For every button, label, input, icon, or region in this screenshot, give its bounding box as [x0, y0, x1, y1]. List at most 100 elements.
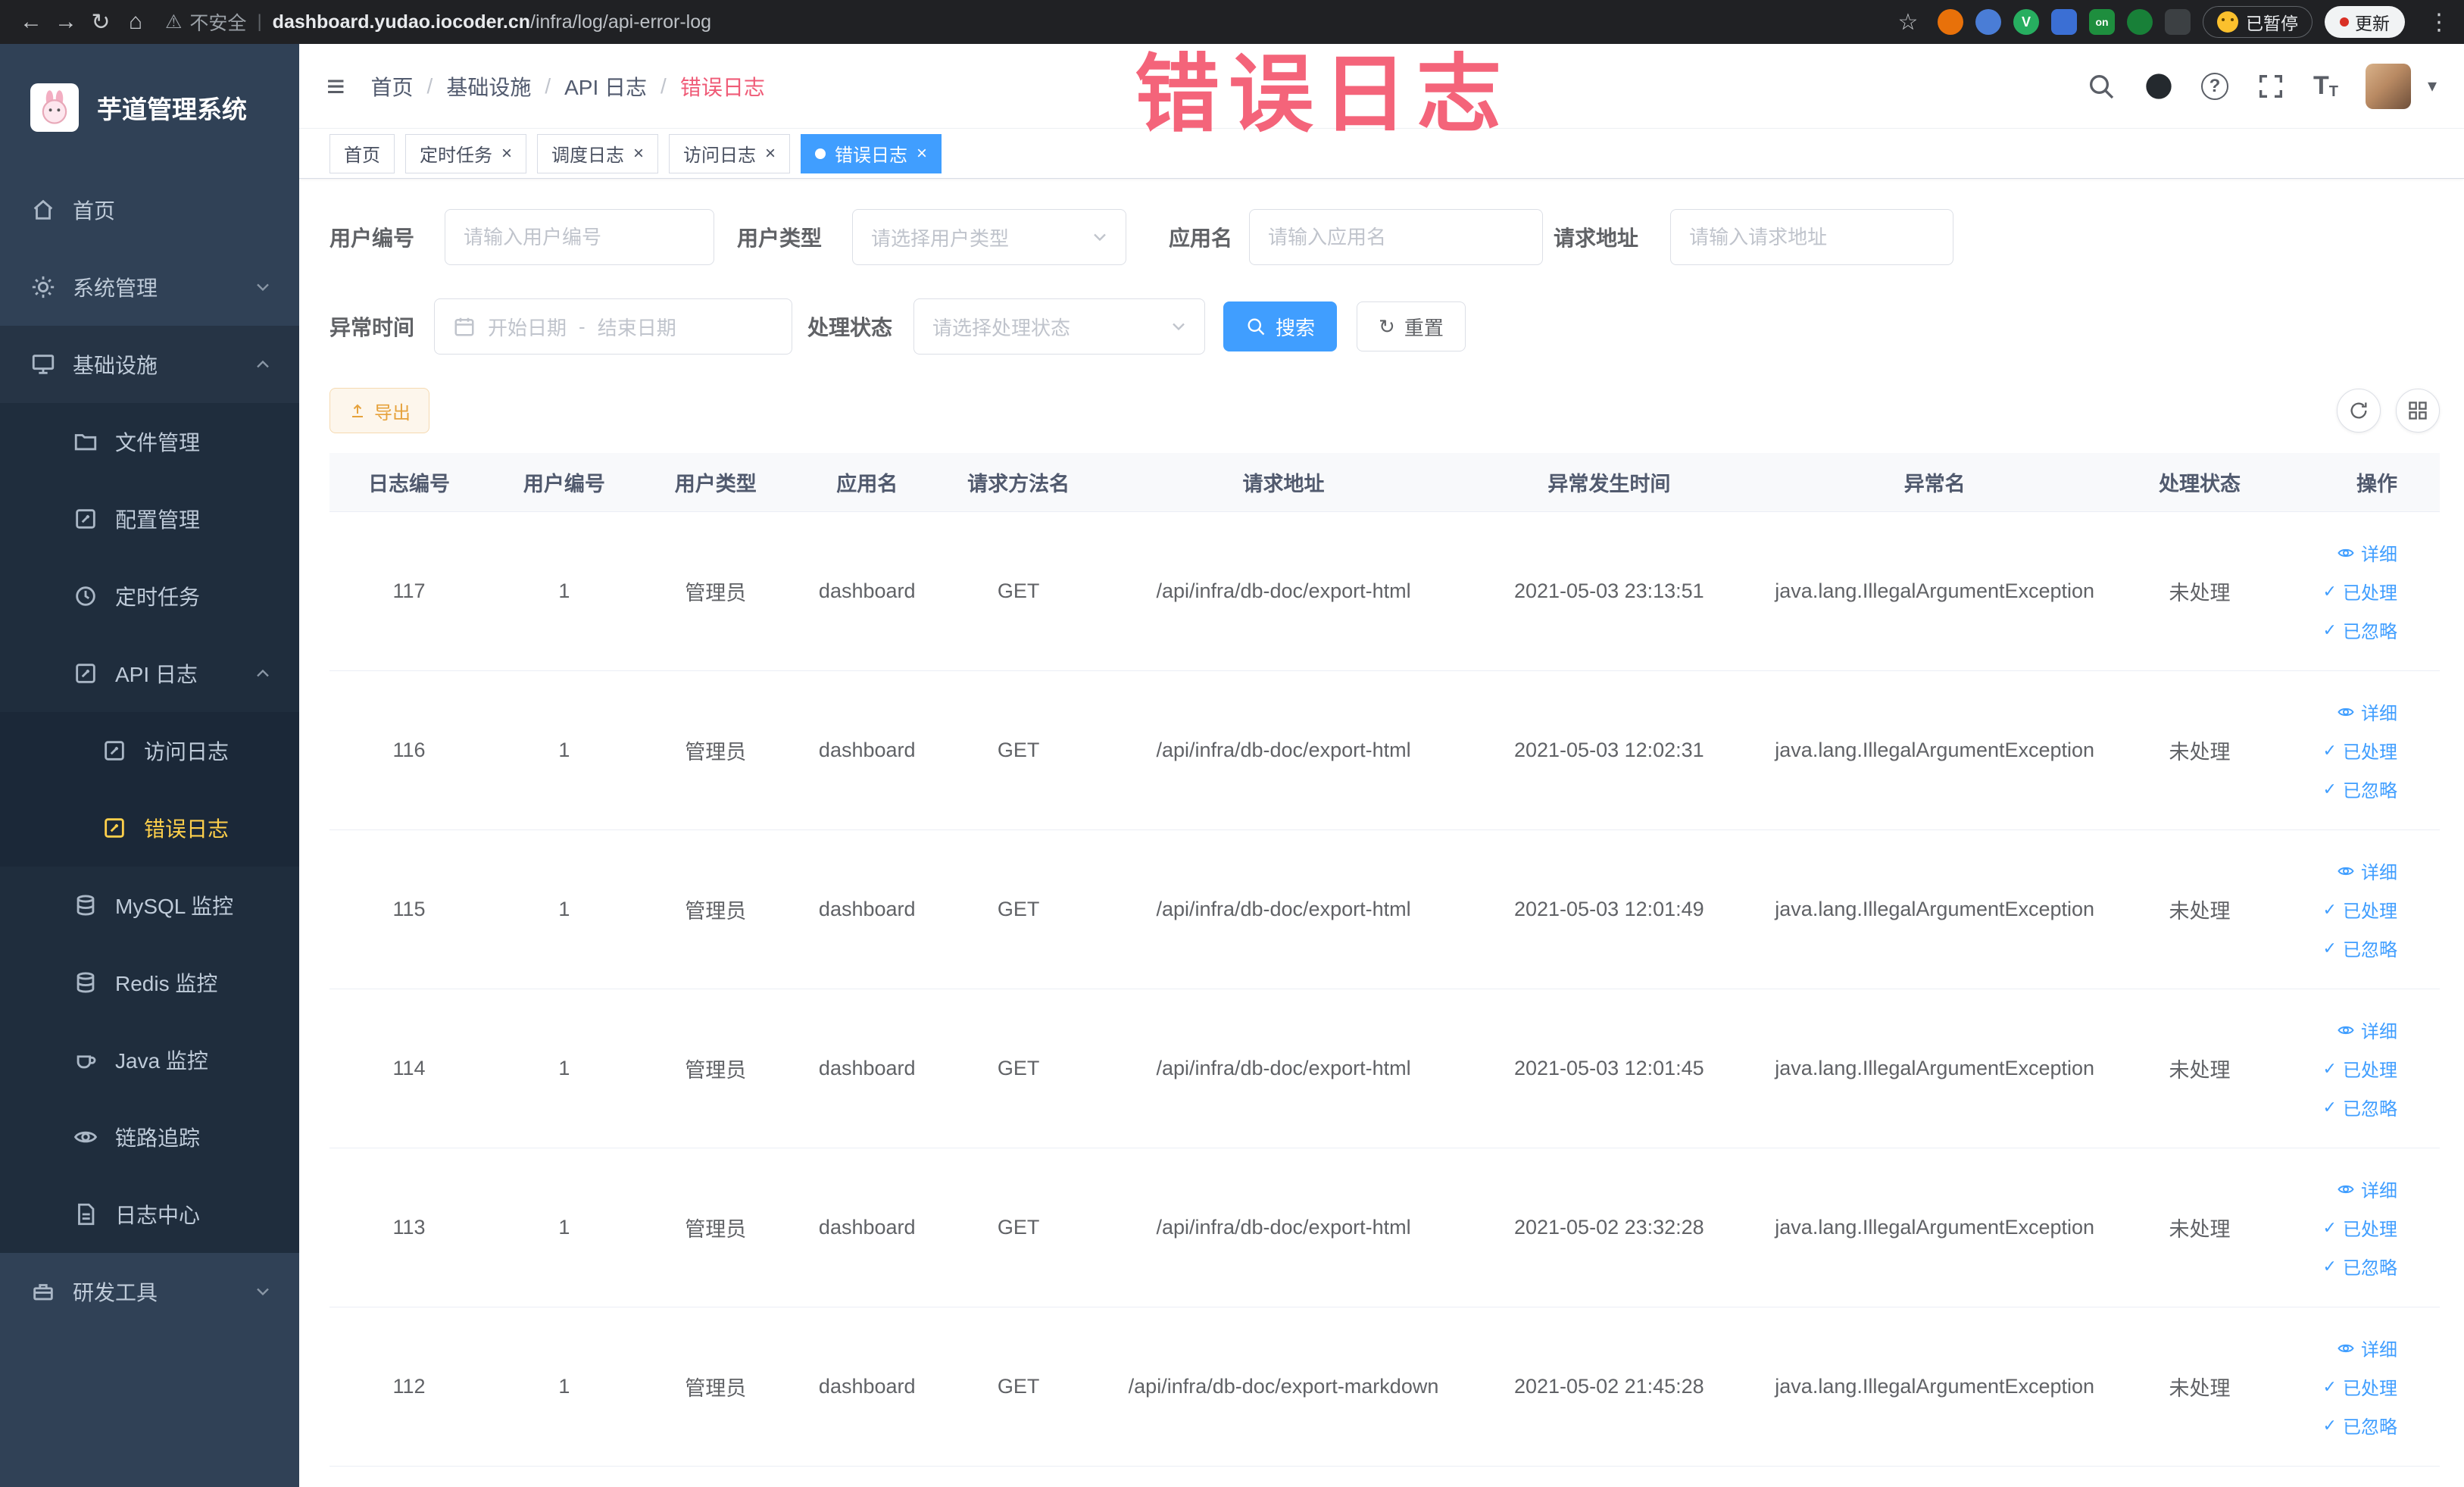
app-name-input[interactable]: [1249, 209, 1544, 265]
bookmark-star-icon[interactable]: ☆: [1891, 5, 1925, 39]
caret-down-icon[interactable]: ▾: [2428, 75, 2437, 97]
check-icon: ✓: [2322, 620, 2337, 639]
breadcrumb-item[interactable]: 基础设施: [446, 71, 531, 102]
sidebar-item-log-center[interactable]: 日志中心: [0, 1176, 299, 1253]
sidebar-item-config-management[interactable]: 配置管理: [0, 480, 299, 558]
detail-link[interactable]: 详细: [2337, 1017, 2397, 1043]
processed-link[interactable]: ✓ 已处理: [2323, 737, 2397, 764]
cell-exception: java.lang.IllegalArgumentException: [1775, 1216, 2095, 1239]
process-status-select[interactable]: 请选择处理状态: [913, 298, 1206, 355]
sidebar-item-redis-monitor[interactable]: Redis 监控: [0, 944, 299, 1021]
detail-link[interactable]: 详细: [2337, 1176, 2397, 1202]
sidebar-item-infrastructure[interactable]: 基础设施: [0, 326, 299, 403]
ignored-link[interactable]: ✓ 已忽略: [2323, 1253, 2397, 1279]
detail-link[interactable]: 详细: [2337, 1335, 2397, 1361]
extension-icon[interactable]: [1938, 9, 1963, 35]
extension-icon[interactable]: [2127, 9, 2153, 35]
processed-link[interactable]: ✓ 已处理: [2323, 1373, 2397, 1400]
tab-home[interactable]: 首页: [329, 133, 395, 173]
paused-chip[interactable]: 已暂停: [2203, 6, 2313, 38]
eye-icon: [2337, 1180, 2355, 1198]
search-icon: [1245, 316, 1266, 337]
hamburger-icon[interactable]: ≡: [326, 70, 345, 102]
sidebar-item-system-management[interactable]: 系统管理: [0, 248, 299, 326]
breadcrumb-item[interactable]: 首页: [371, 71, 414, 102]
tab-error-log[interactable]: 错误日志 ×: [801, 133, 942, 173]
sidebar-item-label: Redis 监控: [115, 972, 218, 995]
cell-app-name: dashboard: [818, 1375, 916, 1398]
sidebar-item-file-management[interactable]: 文件管理: [0, 403, 299, 480]
browser-forward-icon[interactable]: →: [48, 5, 83, 39]
close-icon[interactable]: ×: [917, 144, 927, 163]
breadcrumb-item[interactable]: API 日志: [564, 71, 647, 102]
help-icon[interactable]: ?: [2200, 72, 2228, 100]
sidebar-item-error-log[interactable]: 错误日志: [0, 789, 299, 867]
sidebar-item-home[interactable]: 首页: [0, 171, 299, 248]
request-url-input[interactable]: [1670, 209, 1954, 265]
tab-access-log[interactable]: 访问日志 ×: [669, 133, 791, 173]
end-date-placeholder: 结束日期: [597, 316, 676, 339]
processed-link[interactable]: ✓ 已处理: [2323, 578, 2397, 604]
eye-icon: [73, 1124, 98, 1150]
sidebar-item-api-log[interactable]: API 日志: [0, 635, 299, 712]
tab-schedule-log[interactable]: 调度日志 ×: [537, 133, 659, 173]
table-row: 117 1 管理员 dashboard GET /api/infra/db-do…: [329, 512, 2440, 671]
browser-menu-icon[interactable]: ⋮: [2428, 9, 2450, 36]
column-settings-button[interactable]: [2396, 389, 2440, 433]
processed-link[interactable]: ✓ 已处理: [2323, 1055, 2397, 1082]
sidebar-item-scheduled-tasks[interactable]: 定时任务: [0, 558, 299, 635]
col-header: 用户编号: [523, 473, 605, 495]
detail-link[interactable]: 详细: [2337, 858, 2397, 884]
detail-link[interactable]: 详细: [2337, 698, 2397, 725]
address-bar[interactable]: dashboard.yudao.iocoder.cn/infra/log/api…: [273, 11, 1891, 33]
processed-link[interactable]: ✓ 已处理: [2323, 1214, 2397, 1241]
refresh-button[interactable]: [2337, 389, 2381, 433]
extension-icon[interactable]: on: [2089, 9, 2115, 35]
ignored-link[interactable]: ✓ 已忽略: [2323, 935, 2397, 961]
user-type-select[interactable]: 请选择用户类型: [852, 209, 1127, 265]
sidebar-item-java-monitor[interactable]: Java 监控: [0, 1021, 299, 1098]
extension-icon[interactable]: [2051, 9, 2077, 35]
tab-label: 定时任务: [420, 145, 492, 166]
close-icon[interactable]: ×: [765, 144, 776, 163]
range-separator: -: [579, 314, 586, 338]
github-icon[interactable]: [2144, 71, 2174, 102]
search-icon[interactable]: [2086, 71, 2116, 102]
sidebar-item-access-log[interactable]: 访问日志: [0, 712, 299, 789]
tab-scheduled-tasks[interactable]: 定时任务 ×: [405, 133, 527, 173]
browser-back-icon[interactable]: ←: [14, 5, 48, 39]
update-button[interactable]: 更新: [2325, 6, 2405, 38]
extension-icon[interactable]: [2165, 9, 2191, 35]
user-id-input[interactable]: [445, 209, 715, 265]
browser-reload-icon[interactable]: ↻: [83, 5, 118, 39]
fullscreen-icon[interactable]: [2256, 71, 2286, 102]
breadcrumb-current: 错误日志: [679, 75, 765, 99]
processed-link[interactable]: ✓ 已处理: [2323, 896, 2397, 923]
site-security[interactable]: ⚠ 不安全: [165, 8, 246, 36]
tab-label: 调度日志: [551, 145, 625, 166]
cell-method: GET: [997, 579, 1040, 602]
ignored-link[interactable]: ✓ 已忽略: [2323, 1094, 2397, 1120]
sidebar-item-mysql-monitor[interactable]: MySQL 监控: [0, 867, 299, 944]
sidebar-item-trace[interactable]: 链路追踪: [0, 1098, 299, 1176]
extension-icon[interactable]: V: [2013, 9, 2039, 35]
close-icon[interactable]: ×: [633, 144, 644, 163]
exception-time-range-picker[interactable]: 开始日期 - 结束日期: [434, 298, 793, 355]
col-header: 日志编号: [367, 473, 450, 495]
search-button[interactable]: 搜索: [1223, 301, 1338, 351]
user-avatar[interactable]: [2365, 63, 2411, 109]
ignored-link[interactable]: ✓ 已忽略: [2323, 617, 2397, 643]
extension-icon[interactable]: [1975, 9, 2001, 35]
font-size-icon[interactable]: TT: [2313, 71, 2338, 101]
app-logo[interactable]: 芋道管理系统: [0, 44, 299, 171]
reset-button[interactable]: ↻ 重置: [1357, 301, 1466, 351]
close-icon[interactable]: ×: [501, 144, 512, 163]
row-actions: 详细 ✓ 已处理 ✓ 已忽略: [2283, 539, 2397, 643]
ignored-link[interactable]: ✓ 已忽略: [2323, 776, 2397, 802]
tab-label: 访问日志: [683, 145, 757, 166]
browser-home-icon[interactable]: ⌂: [118, 5, 153, 39]
export-button[interactable]: 导出: [329, 388, 429, 433]
detail-link[interactable]: 详细: [2337, 539, 2397, 566]
sidebar-item-dev-tools[interactable]: 研发工具: [0, 1253, 299, 1330]
ignored-link[interactable]: ✓ 已忽略: [2323, 1412, 2397, 1439]
